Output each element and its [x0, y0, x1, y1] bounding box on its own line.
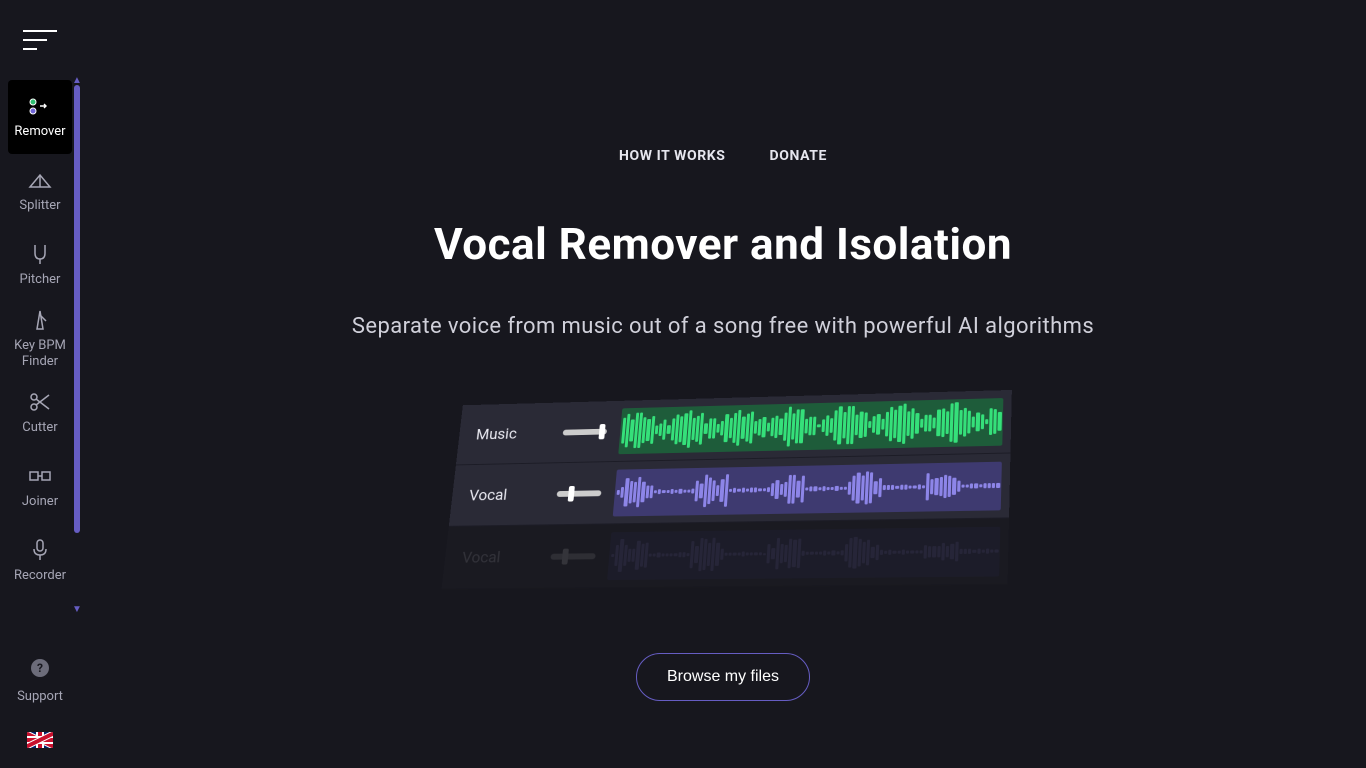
sidebar-item-label: Recorder: [14, 568, 66, 584]
sidebar-item-label: Joiner: [22, 494, 58, 510]
splitter-icon: [26, 168, 54, 192]
main-content: HOW IT WORKS DONATE Vocal Remover and Is…: [80, 0, 1366, 768]
remover-icon: [26, 94, 54, 118]
hero-illustration: Music Vocal Vocal: [443, 395, 1003, 587]
flag-stripe-h: [27, 738, 53, 742]
joiner-icon: [26, 464, 54, 488]
sidebar-item-label: Pitcher: [20, 272, 61, 288]
top-nav: HOW IT WORKS DONATE: [619, 148, 827, 164]
svg-text:?: ?: [37, 661, 43, 675]
sidebar-footer: ? Support: [0, 657, 80, 768]
support-label: Support: [17, 689, 63, 704]
sidebar-item-pitcher[interactable]: Pitcher: [8, 228, 72, 302]
page-title: Vocal Remover and Isolation: [434, 218, 1012, 270]
metronome-icon: [26, 308, 54, 332]
track-vocal-slider: [557, 490, 602, 497]
help-icon: ?: [29, 657, 51, 683]
sidebar-item-label: Key BPM Finder: [8, 338, 72, 369]
sidebar-item-label: Cutter: [22, 420, 57, 436]
menu-toggle[interactable]: [0, 0, 80, 80]
flag-stripe-v: [38, 732, 42, 748]
microphone-icon: [26, 538, 54, 562]
track-vocal-label: Vocal: [451, 484, 557, 504]
track-vocal-reflection: Vocal: [441, 518, 1009, 589]
sidebar-item-joiner[interactable]: Joiner: [8, 450, 72, 524]
track-music-slider: [563, 428, 607, 435]
browse-files-button[interactable]: Browse my files: [636, 653, 810, 701]
track-music: Music: [456, 390, 1012, 465]
page-subtitle: Separate voice from music out of a song …: [352, 314, 1094, 339]
how-it-works-link[interactable]: HOW IT WORKS: [619, 148, 726, 164]
support-link[interactable]: ? Support: [17, 657, 63, 704]
track-vocal-reflection-label: Vocal: [444, 547, 552, 567]
sidebar-item-remover[interactable]: Remover: [8, 80, 72, 154]
sidebar-item-label: Remover: [14, 124, 65, 140]
scissors-icon: [26, 390, 54, 414]
track-vocal: Vocal: [449, 453, 1011, 526]
menu-icon: [23, 29, 57, 51]
sidebar-nav: ▲ ▼ Remover Splitter: [0, 80, 80, 598]
sidebar-item-label: Splitter: [19, 198, 60, 214]
sidebar-item-keybpm[interactable]: Key BPM Finder: [8, 302, 72, 376]
waveform-vocal: [613, 461, 1002, 516]
language-selector[interactable]: [27, 732, 53, 748]
sidebar-item-splitter[interactable]: Splitter: [8, 154, 72, 228]
donate-link[interactable]: DONATE: [770, 148, 827, 164]
sidebar-item-cutter[interactable]: Cutter: [8, 376, 72, 450]
waveform-music: [618, 398, 1003, 454]
sidebar: ▲ ▼ Remover Splitter: [0, 0, 80, 768]
pitcher-icon: [26, 242, 54, 266]
sidebar-item-recorder[interactable]: Recorder: [8, 524, 72, 598]
track-music-label: Music: [458, 423, 563, 444]
